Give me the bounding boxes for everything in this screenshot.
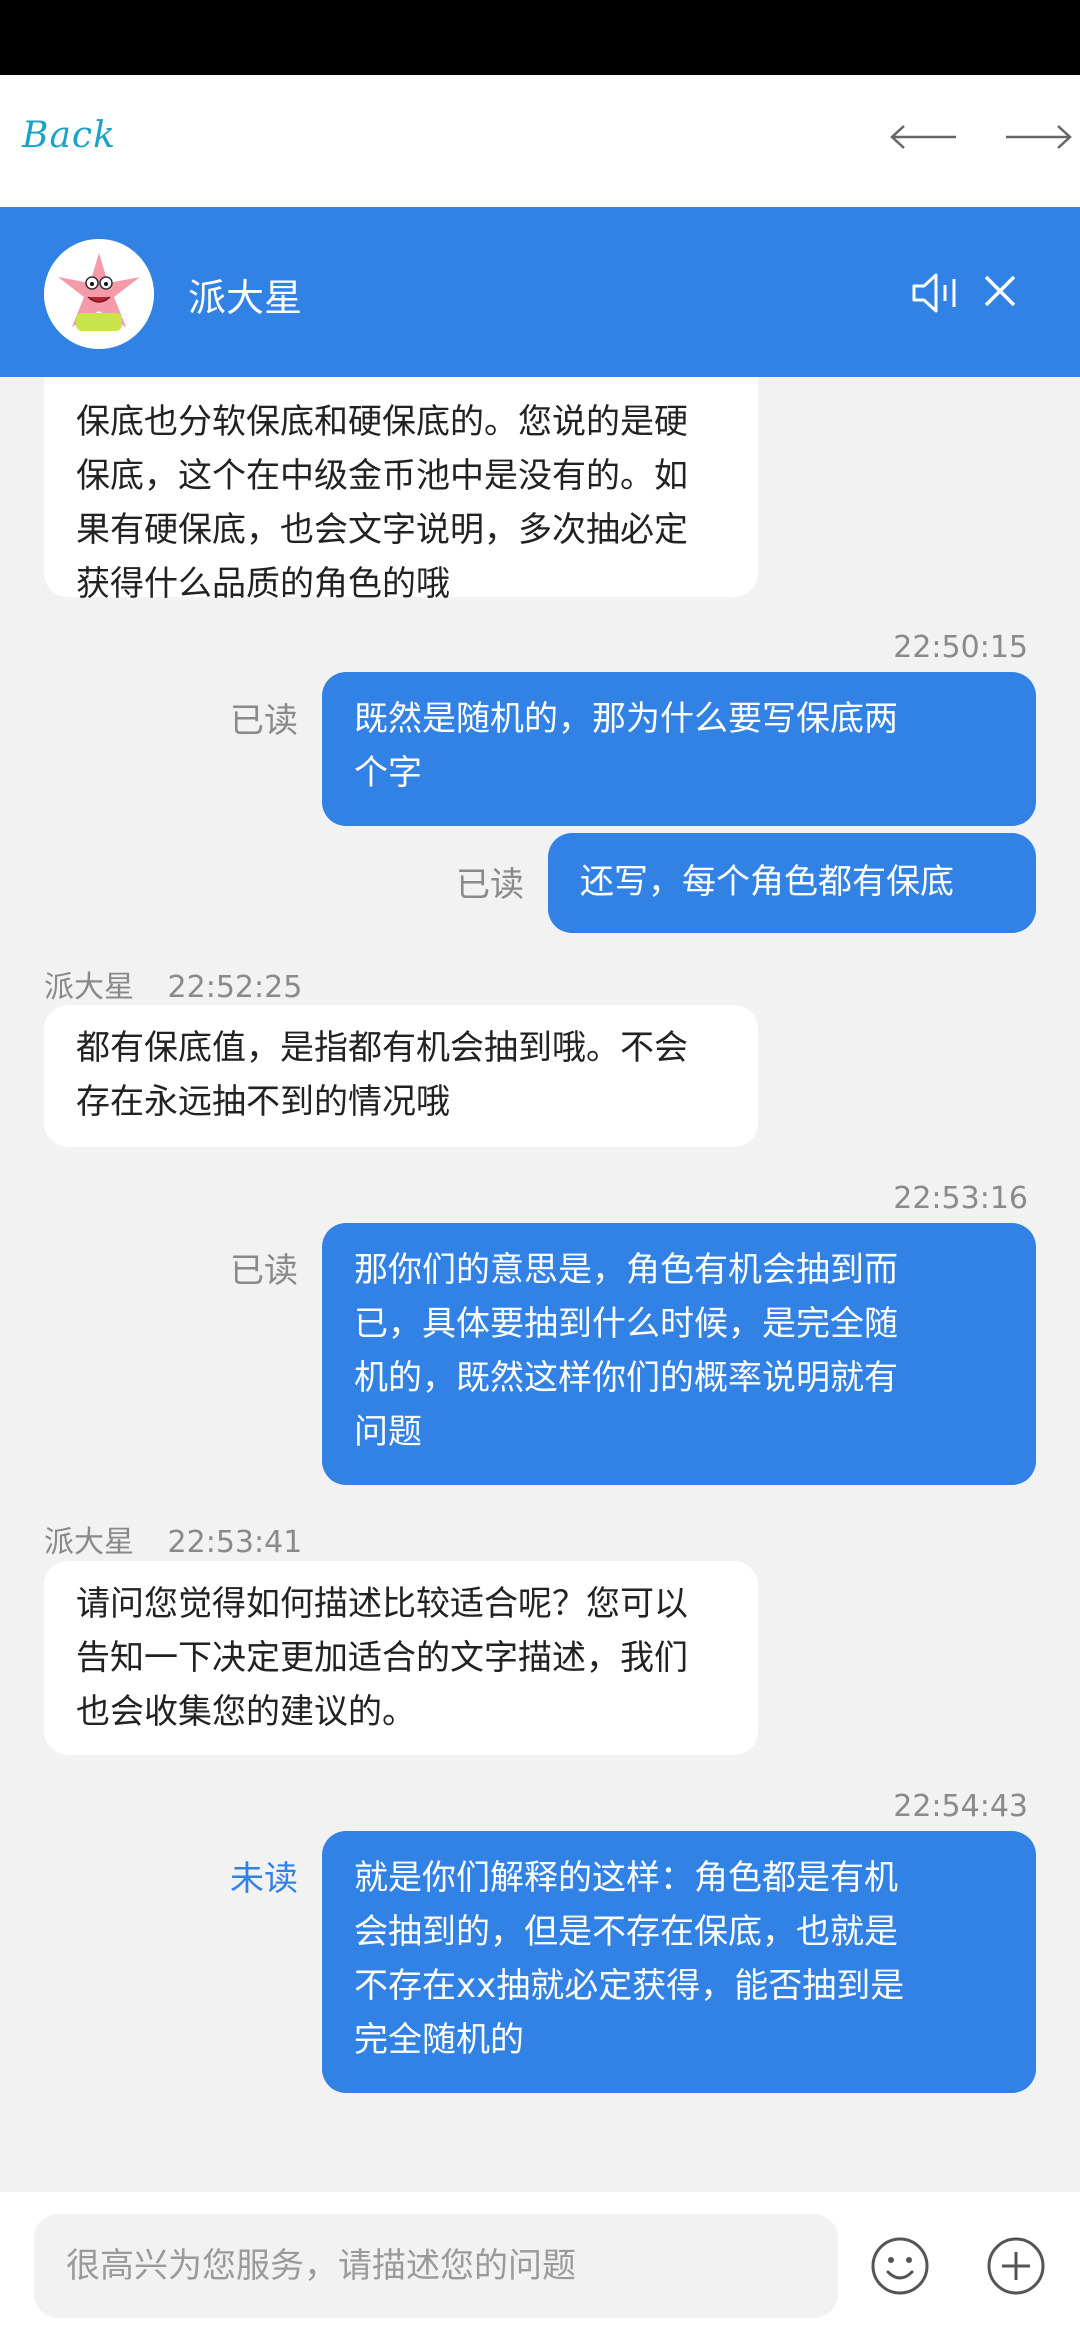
- back-button[interactable]: Back: [22, 115, 116, 156]
- message-timestamp: 22:54:43: [893, 1789, 1028, 1824]
- message-line: 请问您觉得如何描述比较适合呢？您可以: [76, 1584, 688, 1624]
- message-line: 既然是随机的，那为什么要写保底两: [354, 699, 898, 739]
- read-status: 已读: [456, 865, 524, 905]
- nav-bar: Back: [0, 75, 1080, 207]
- message-bubble-incoming: 请问您觉得如何描述比较适合呢？您可以 告知一下决定更加适合的文字描述，我们 也会…: [44, 1561, 758, 1755]
- message-bubble-outgoing: 那你们的意思是，角色有机会抽到而 已，具体要抽到什么时候，是完全随 机的，既然这…: [322, 1223, 1036, 1485]
- arrow-right-icon[interactable]: [1004, 117, 1074, 157]
- message-bubble-outgoing: 还写，每个角色都有保底: [548, 833, 1036, 933]
- message-line: 个字: [354, 753, 422, 793]
- read-status: 已读: [230, 701, 298, 741]
- message-line: 会抽到的，但是不存在保底，也就是: [354, 1912, 898, 1952]
- message-line: 问题: [354, 1412, 422, 1452]
- message-list[interactable]: 保底也分软保底和硬保底的。您说的是硬 保底，这个在中级金币池中是没有的。如 果有…: [0, 377, 1080, 2192]
- message-line: 都有保底值，是指都有机会抽到哦。不会: [76, 1028, 688, 1068]
- message-line: 那你们的意思是，角色有机会抽到而: [354, 1250, 898, 1290]
- message-line: 机的，既然这样你们的概率说明就有: [354, 1358, 898, 1398]
- sender-info: 派大星 22:52:25: [44, 962, 302, 1006]
- speaker-icon[interactable]: [910, 269, 962, 317]
- read-status: 已读: [230, 1251, 298, 1291]
- message-line: 果有硬保底，也会文字说明，多次抽必定: [76, 510, 688, 550]
- message-bubble-outgoing: 就是你们解释的这样：角色都是有机 会抽到的，但是不存在保底，也就是 不存在xx抽…: [322, 1831, 1036, 2093]
- agent-name: 派大星: [188, 276, 303, 320]
- message-line: 告知一下决定更加适合的文字描述，我们: [76, 1638, 688, 1678]
- avatar[interactable]: [44, 239, 154, 349]
- message-input[interactable]: [34, 2214, 838, 2318]
- message-timestamp: 22:53:16: [893, 1181, 1028, 1216]
- message-line: 也会收集您的建议的。: [76, 1692, 416, 1732]
- sender-info: 派大星 22:53:41: [44, 1517, 302, 1561]
- patrick-avatar-icon: [44, 239, 154, 349]
- chat-header: 派大星: [0, 207, 1080, 377]
- message-line: 保底也分软保底和硬保底的。您说的是硬: [76, 402, 688, 442]
- arrow-left-icon[interactable]: [888, 117, 958, 157]
- close-icon[interactable]: [980, 271, 1020, 311]
- message-line: 已，具体要抽到什么时候，是完全随: [354, 1304, 898, 1344]
- emoji-icon[interactable]: [868, 2234, 932, 2298]
- message-line: 保底，这个在中级金币池中是没有的。如: [76, 456, 688, 496]
- message-timestamp: 22:53:41: [167, 1525, 303, 1560]
- sender-name: 派大星: [44, 970, 134, 1005]
- message-bubble-incoming: 都有保底值，是指都有机会抽到哦。不会 存在永远抽不到的情况哦: [44, 1005, 758, 1147]
- message-line: 存在永远抽不到的情况哦: [76, 1082, 450, 1122]
- message-line: 获得什么品质的角色的哦: [76, 564, 450, 604]
- message-line: 就是你们解释的这样：角色都是有机: [354, 1858, 898, 1898]
- message-timestamp: 22:50:15: [893, 630, 1028, 665]
- message-bubble-outgoing: 既然是随机的，那为什么要写保底两 个字: [322, 672, 1036, 826]
- unread-status: 未读: [230, 1859, 298, 1899]
- message-line: 不存在xx抽就必定获得，能否抽到是: [354, 1966, 905, 2006]
- message-timestamp: 22:52:25: [167, 970, 303, 1005]
- plus-icon[interactable]: [984, 2234, 1048, 2298]
- input-bar: [0, 2192, 1080, 2340]
- message-line: 还写，每个角色都有保底: [580, 862, 954, 902]
- message-line: 完全随机的: [354, 2020, 524, 2060]
- sender-name: 派大星: [44, 1525, 134, 1560]
- status-bar: [0, 0, 1080, 75]
- message-bubble-incoming: 保底也分软保底和硬保底的。您说的是硬 保底，这个在中级金币池中是没有的。如 果有…: [44, 377, 758, 604]
